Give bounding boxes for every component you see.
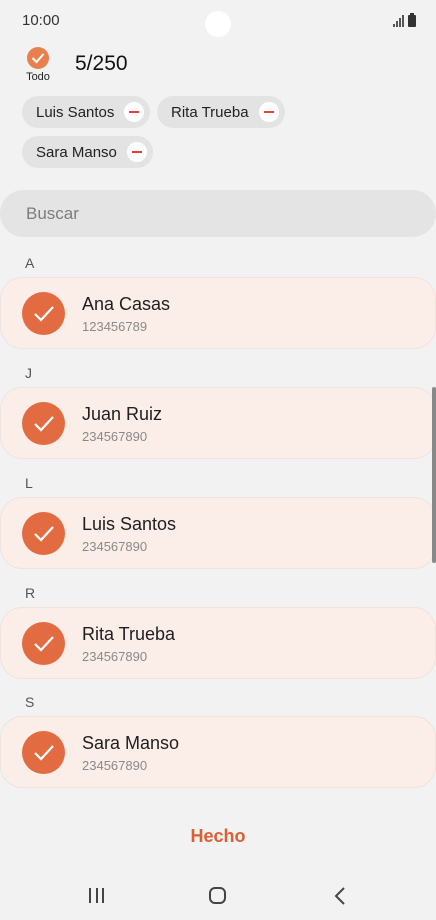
contact-row[interactable]: Juan Ruiz 234567890 xyxy=(0,387,436,459)
battery-icon xyxy=(408,13,416,27)
check-icon xyxy=(31,53,45,64)
search-placeholder: Buscar xyxy=(26,204,79,223)
selected-chip[interactable]: Luis Santos xyxy=(22,96,151,128)
contact-name: Sara Manso xyxy=(82,733,180,753)
status-bar: 10:00 xyxy=(0,0,436,44)
done-button[interactable]: Hecho xyxy=(0,826,436,847)
select-all-toggle[interactable]: Todo xyxy=(22,47,54,83)
chip-label: Sara Manso xyxy=(36,143,117,161)
selected-count: 5/250 xyxy=(75,52,128,75)
contact-checkbox[interactable] xyxy=(22,622,65,665)
contact-name: Rita Trueba xyxy=(82,624,176,644)
contact-checkbox[interactable] xyxy=(22,402,65,445)
status-time: 10:00 xyxy=(22,12,60,29)
search-input[interactable]: Buscar xyxy=(0,190,436,237)
contact-row[interactable]: Sara Manso 234567890 xyxy=(0,716,436,788)
contact-number: 234567890 xyxy=(82,539,148,554)
back-icon[interactable] xyxy=(334,887,346,905)
navigation-bar xyxy=(0,870,436,920)
select-all-label: Todo xyxy=(26,71,50,83)
remove-icon[interactable] xyxy=(124,102,145,122)
section-header: J xyxy=(25,365,32,381)
check-icon xyxy=(34,416,54,432)
scrollbar[interactable] xyxy=(432,387,436,563)
contact-row[interactable]: Luis Santos 234567890 xyxy=(0,497,436,569)
home-icon[interactable] xyxy=(209,887,226,904)
remove-icon[interactable] xyxy=(126,142,147,162)
selected-chip[interactable]: Sara Manso xyxy=(22,136,153,168)
check-icon xyxy=(34,636,54,652)
check-icon xyxy=(34,526,54,542)
status-icons xyxy=(393,13,416,27)
contact-row[interactable]: Ana Casas 123456789 xyxy=(0,277,436,349)
signal-icon xyxy=(393,15,404,27)
chip-label: Rita Trueba xyxy=(171,103,249,121)
section-header: L xyxy=(25,475,33,491)
contact-checkbox[interactable] xyxy=(22,292,65,335)
check-icon xyxy=(34,306,54,322)
recents-icon[interactable] xyxy=(89,888,104,903)
check-icon xyxy=(34,745,54,761)
contact-name: Ana Casas xyxy=(82,294,171,314)
section-header: R xyxy=(25,585,36,601)
section-header: A xyxy=(25,255,35,271)
remove-icon[interactable] xyxy=(258,102,279,122)
contact-number: 234567890 xyxy=(82,758,148,773)
contact-picker-screen: 10:00 Todo 5/250 Luis Santos Rita Trueba… xyxy=(0,0,436,920)
contact-number: 123456789 xyxy=(82,319,148,334)
contact-number: 234567890 xyxy=(82,429,148,444)
contact-name: Juan Ruiz xyxy=(82,404,163,424)
contact-number: 234567890 xyxy=(82,649,148,664)
chip-label: Luis Santos xyxy=(36,103,115,121)
section-header: S xyxy=(25,694,35,710)
contact-row[interactable]: Rita Trueba 234567890 xyxy=(0,607,436,679)
selected-chip[interactable]: Rita Trueba xyxy=(157,96,285,128)
contact-checkbox[interactable] xyxy=(22,731,65,774)
contact-name: Luis Santos xyxy=(82,514,177,534)
camera-cutout xyxy=(205,11,231,37)
contact-checkbox[interactable] xyxy=(22,512,65,555)
select-all-checkbox[interactable] xyxy=(27,47,49,69)
